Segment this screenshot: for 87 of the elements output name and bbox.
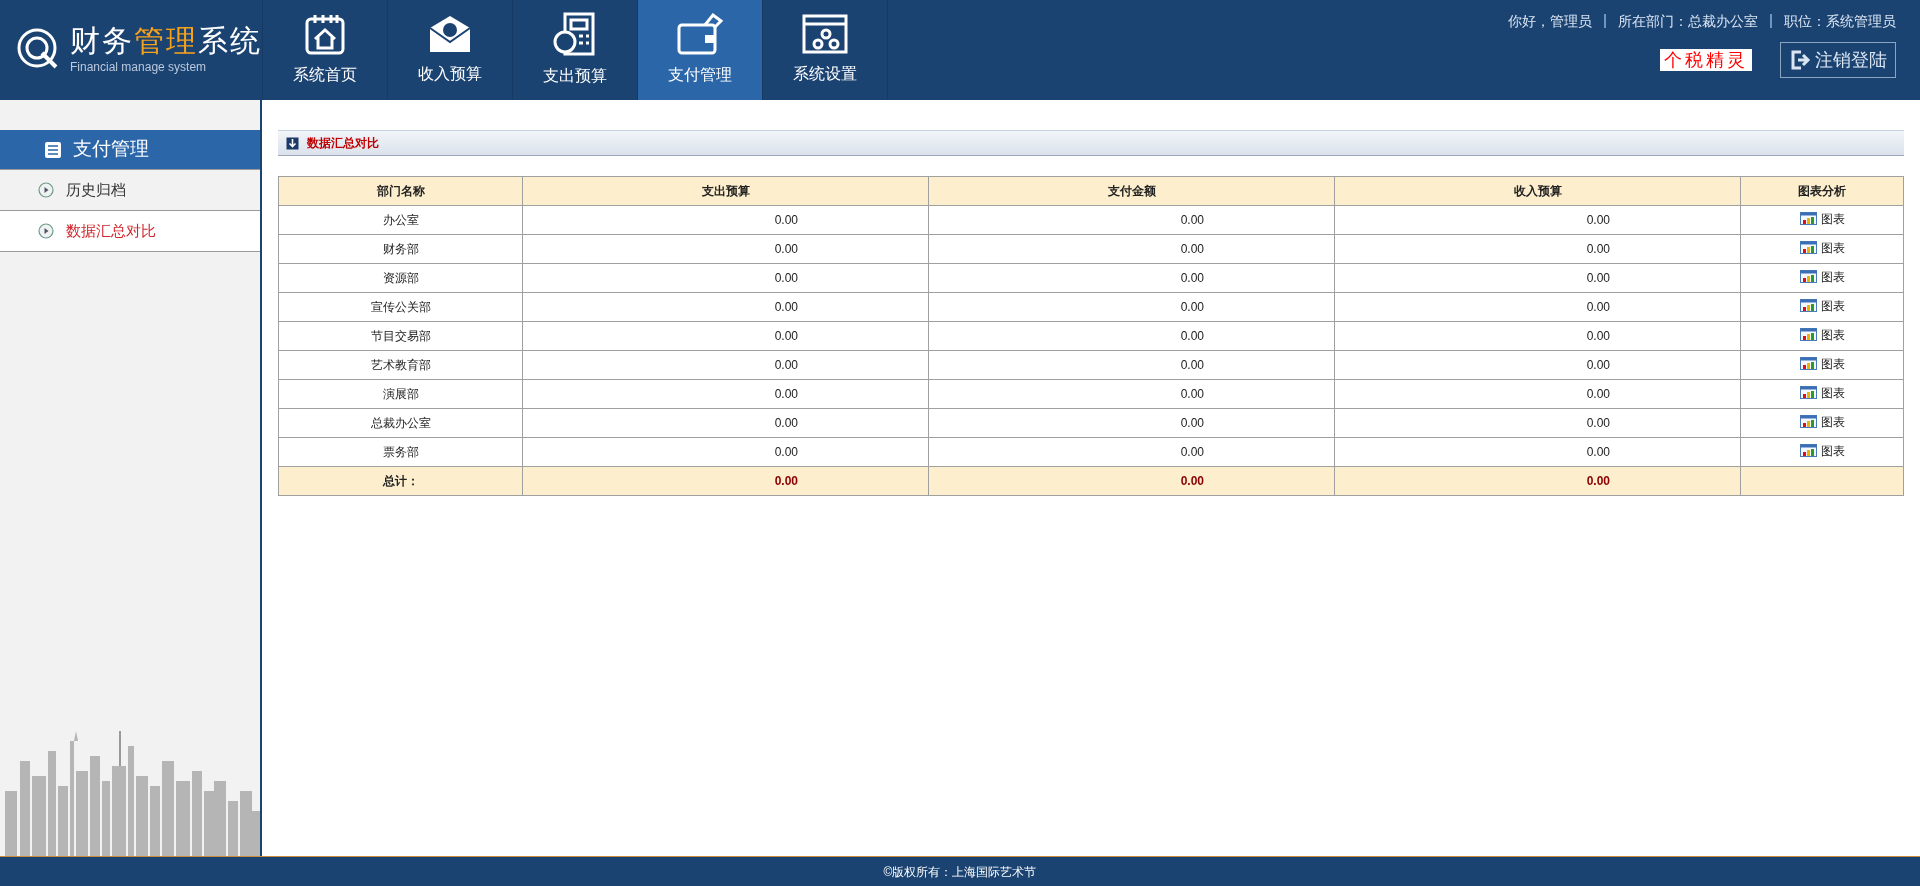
- chart-link[interactable]: 图表: [1799, 325, 1845, 344]
- user-info-text: 职位：系统管理员: [1770, 14, 1896, 28]
- table-cell: 0.00: [1334, 321, 1741, 351]
- table-cell: 0.00: [522, 379, 929, 409]
- column-header: 图表分析: [1740, 176, 1904, 206]
- table-cell: 0.00: [522, 321, 929, 351]
- bar-chart-icon: [1799, 357, 1817, 371]
- total-label: 总计：: [278, 466, 523, 496]
- bar-chart-icon: [1799, 241, 1817, 255]
- table-cell: 0.00: [1334, 350, 1741, 380]
- table-cell: 0.00: [928, 408, 1335, 438]
- total-cell: 0.00: [522, 466, 929, 496]
- play-circle-icon: [38, 182, 54, 198]
- chart-link[interactable]: 图表: [1799, 238, 1845, 257]
- chart-link[interactable]: 图表: [1799, 267, 1845, 286]
- play-circle-icon: [38, 223, 54, 239]
- panel-title: 数据汇总对比: [307, 135, 379, 152]
- user-info-text: 所在部门：总裁办公室: [1604, 14, 1758, 28]
- table-cell: 0.00: [1334, 437, 1741, 467]
- chart-link[interactable]: 图表: [1799, 209, 1845, 228]
- table-cell: 0.00: [928, 321, 1335, 351]
- nav-tab[interactable]: 支付管理: [638, 0, 763, 100]
- total-cell: 0.00: [928, 466, 1335, 496]
- copyright-text: ©版权所有：上海国际艺术节: [883, 863, 1037, 881]
- table-cell: 0.00: [928, 350, 1335, 380]
- logo-title-part: 系统: [198, 24, 262, 58]
- bar-chart-icon: [1799, 212, 1817, 226]
- bar-chart-icon: [1799, 415, 1817, 429]
- table-cell: 0.00: [522, 205, 929, 235]
- table-cell: 艺术教育部: [278, 350, 523, 380]
- exit-icon: [1789, 49, 1811, 71]
- document-icon: [45, 141, 61, 158]
- table-cell: 0.00: [1334, 205, 1741, 235]
- table-cell: 0.00: [928, 379, 1335, 409]
- table-cell: 办公室: [278, 205, 523, 235]
- column-header: 收入预算: [1334, 176, 1741, 206]
- table-cell: 演展部: [278, 379, 523, 409]
- table-cell: 0.00: [1334, 292, 1741, 322]
- bar-chart-icon: [1799, 299, 1817, 313]
- table-cell: 总裁办公室: [278, 408, 523, 438]
- sidebar-title: 支付管理: [73, 137, 149, 162]
- chart-link[interactable]: 图表: [1799, 296, 1845, 315]
- logo-title-part: 财务: [70, 24, 134, 58]
- table-cell: 0.00: [928, 263, 1335, 293]
- logout-button[interactable]: 注销登陆: [1780, 42, 1896, 78]
- logo-title-part: 管理: [134, 24, 198, 58]
- table-cell: 0.00: [928, 205, 1335, 235]
- bar-chart-icon: [1799, 444, 1817, 458]
- table-cell: 宣传公关部: [278, 292, 523, 322]
- chart-link[interactable]: 图表: [1799, 354, 1845, 373]
- table-cell: 0.00: [522, 437, 929, 467]
- column-header: 支付金额: [928, 176, 1335, 206]
- sidebar-item[interactable]: 数据汇总对比: [0, 211, 260, 252]
- table-cell: 0.00: [522, 234, 929, 264]
- bar-chart-icon: [1799, 386, 1817, 400]
- tax-link[interactable]: 个税精灵: [1660, 49, 1752, 71]
- envelope-coin-icon: [428, 14, 472, 54]
- bar-chart-icon: [1799, 328, 1817, 342]
- column-header: 支出预算: [522, 176, 929, 206]
- table-cell: 0.00: [928, 437, 1335, 467]
- table-cell: 财务部: [278, 234, 523, 264]
- column-header: 部门名称: [278, 176, 523, 206]
- chart-link[interactable]: 图表: [1799, 383, 1845, 402]
- chart-link[interactable]: 图表: [1799, 412, 1845, 431]
- table-cell: 0.00: [1334, 408, 1741, 438]
- table-cell: 0.00: [522, 292, 929, 322]
- calendar-house-icon: [305, 13, 345, 55]
- calculator-coin-icon: [553, 12, 597, 56]
- table-cell: 资源部: [278, 263, 523, 293]
- total-cell: 0.00: [1334, 466, 1741, 496]
- table-cell: 0.00: [522, 350, 929, 380]
- wallet-icon: [677, 13, 723, 55]
- table-cell: 0.00: [522, 263, 929, 293]
- table-cell: 0.00: [1334, 234, 1741, 264]
- download-icon: [286, 136, 299, 150]
- bar-chart-icon: [1799, 270, 1817, 284]
- table-cell: 0.00: [1334, 263, 1741, 293]
- table-cell: 0.00: [1334, 379, 1741, 409]
- table-cell: 0.00: [522, 408, 929, 438]
- window-gears-icon: [802, 14, 848, 54]
- user-info-text: 你好，管理员: [1508, 14, 1592, 28]
- table-cell: 节目交易部: [278, 321, 523, 351]
- logo-subtitle: Financial manage system: [70, 59, 208, 76]
- table-cell: 0.00: [928, 234, 1335, 264]
- chart-link[interactable]: 图表: [1799, 441, 1845, 460]
- table-cell: 票务部: [278, 437, 523, 467]
- table-cell: 0.00: [928, 292, 1335, 322]
